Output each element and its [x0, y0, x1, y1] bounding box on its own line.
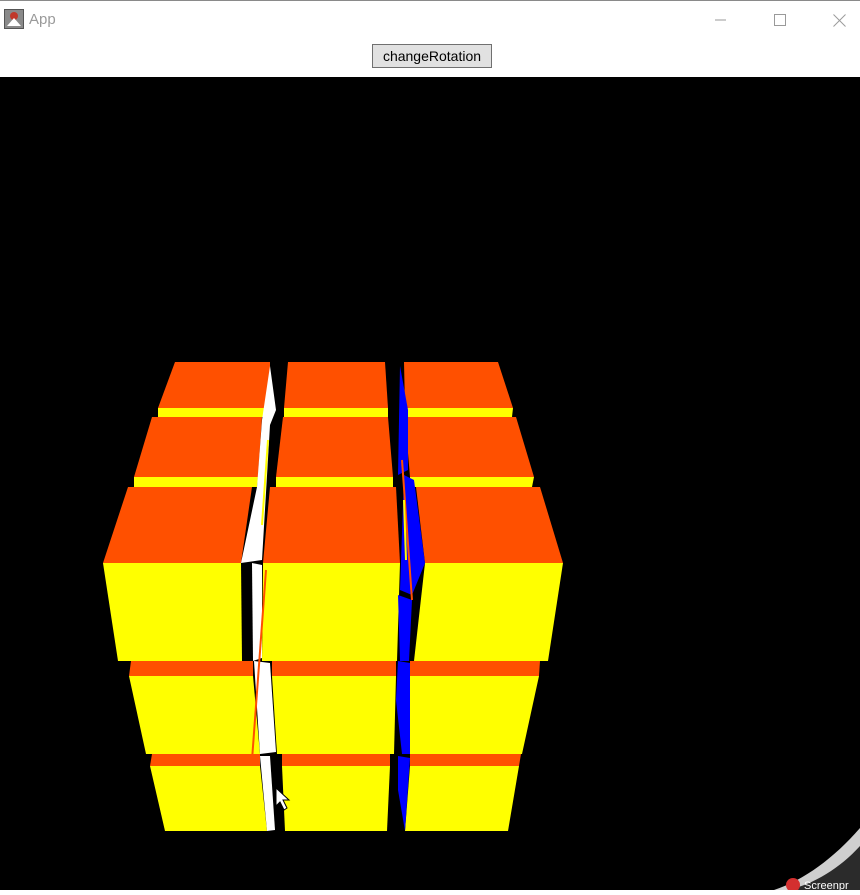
page-curl-icon: Screenpr [774, 828, 860, 892]
cubie-row-5 [150, 754, 521, 831]
rubiks-cube-render [103, 362, 563, 831]
cubie-row-1 [158, 362, 513, 417]
cubie-row-2 [134, 417, 534, 487]
cubie-row-4 [129, 661, 540, 754]
screen-recorder-overlay[interactable]: Screenpr [774, 828, 860, 892]
cubie-row-3 [103, 487, 563, 661]
overlay-text: Screenpr [804, 880, 849, 890]
